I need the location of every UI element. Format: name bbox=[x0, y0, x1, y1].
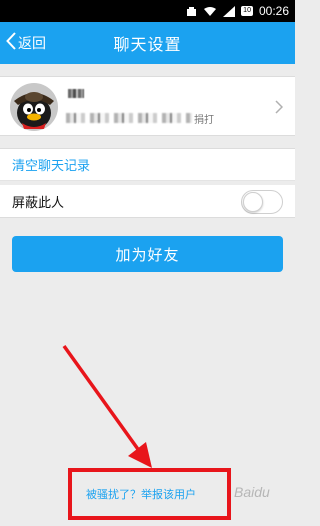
block-user-label: 屏蔽此人 bbox=[12, 195, 65, 211]
status-bar: 10 00:26 bbox=[0, 0, 295, 22]
page-title: 聊天设置 bbox=[113, 35, 182, 54]
wifi-icon bbox=[203, 6, 217, 17]
chevron-right-icon bbox=[275, 99, 284, 118]
profile-card[interactable]: 捐打 bbox=[0, 76, 295, 136]
add-friend-button[interactable]: 加为好友 bbox=[12, 236, 283, 272]
watermark: Baidu bbox=[234, 484, 270, 500]
signature-text: 捐打 bbox=[194, 114, 214, 126]
block-user-row: 屏蔽此人 bbox=[0, 185, 295, 218]
profile-name bbox=[68, 89, 84, 98]
toggle-knob bbox=[243, 192, 263, 212]
back-label: 返回 bbox=[18, 36, 46, 52]
clear-history-button[interactable]: 清空聊天记录 bbox=[0, 148, 295, 181]
back-button[interactable]: 返回 bbox=[6, 22, 46, 64]
avatar[interactable] bbox=[10, 83, 58, 131]
signature-redacted bbox=[66, 113, 192, 123]
report-user-link[interactable]: 被骚扰了？举报该用户 bbox=[86, 486, 220, 502]
chevron-left-icon bbox=[6, 32, 18, 54]
profile-signature: 捐打 bbox=[66, 111, 214, 126]
battery-icon: 10 bbox=[241, 6, 253, 16]
title-bar: 返回 聊天设置 bbox=[0, 22, 295, 64]
signal-icon bbox=[223, 5, 236, 17]
clear-history-label: 清空聊天记录 bbox=[12, 159, 91, 174]
status-time: 00:26 bbox=[258, 4, 289, 18]
block-user-toggle[interactable] bbox=[241, 190, 283, 214]
notification-icon bbox=[186, 6, 197, 17]
